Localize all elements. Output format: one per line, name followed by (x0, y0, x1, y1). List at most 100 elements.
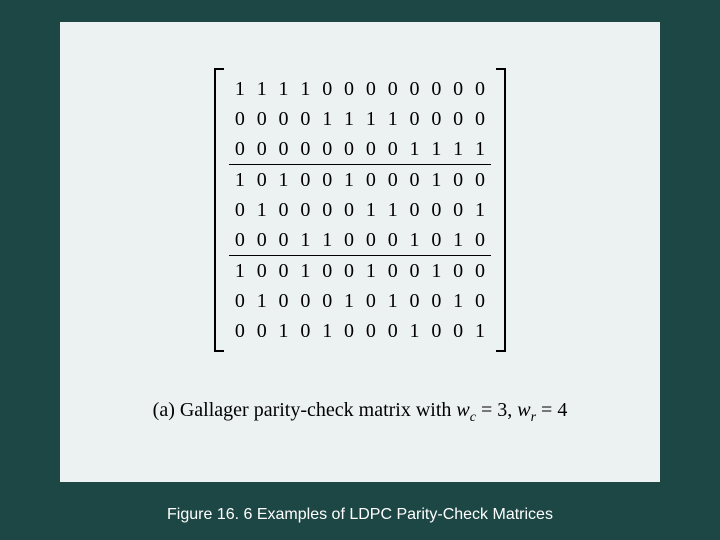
matrix-cell: 0 (425, 225, 447, 256)
matrix-cell: 0 (229, 134, 251, 165)
matrix-cell: 0 (404, 286, 426, 316)
matrix-cell: 0 (404, 104, 426, 134)
matrix-cell: 0 (338, 195, 360, 225)
eq2: = (536, 399, 557, 421)
matrix-cell: 0 (294, 165, 316, 195)
matrix-cell: 0 (404, 256, 426, 286)
matrix-cell: 1 (382, 195, 404, 225)
matrix-cell: 1 (316, 316, 338, 346)
matrix-cell: 0 (469, 74, 491, 104)
matrix-cell: 0 (338, 134, 360, 165)
matrix-cell: 0 (273, 225, 295, 256)
matrix-cell: 0 (316, 256, 338, 286)
matrix-body: 1111000000000000111100000000000011111010… (219, 68, 501, 352)
content-panel: 1111000000000000111100000000000011111010… (60, 22, 660, 482)
matrix-cell: 1 (382, 104, 404, 134)
matrix-cell: 0 (338, 256, 360, 286)
wc-symbol: w (456, 399, 469, 421)
matrix-cell: 1 (273, 165, 295, 195)
matrix-cell: 1 (469, 316, 491, 346)
wc-value: 3 (497, 399, 507, 421)
matrix-cell: 0 (425, 104, 447, 134)
matrix-cell: 0 (251, 316, 273, 346)
matrix-cell: 0 (273, 134, 295, 165)
matrix-cell: 0 (294, 316, 316, 346)
matrix-row: 010000110001 (229, 195, 491, 225)
matrix-cell: 0 (447, 74, 469, 104)
sub-caption-prefix: (a) Gallager parity-check matrix with (153, 399, 457, 421)
matrix-cell: 0 (338, 74, 360, 104)
matrix-cell: 1 (338, 286, 360, 316)
matrix-row: 001010001001 (229, 316, 491, 346)
sub-caption: (a) Gallager parity-check matrix with wc… (60, 399, 660, 426)
matrix-cell: 0 (229, 195, 251, 225)
matrix-cell: 1 (360, 104, 382, 134)
matrix-cell: 1 (425, 134, 447, 165)
wr-symbol: w (517, 399, 530, 421)
matrix-cell: 0 (251, 225, 273, 256)
matrix-cell: 1 (382, 286, 404, 316)
matrix-cell: 0 (316, 195, 338, 225)
matrix-cell: 1 (251, 286, 273, 316)
matrix-cell: 0 (360, 74, 382, 104)
matrix-cell: 0 (404, 195, 426, 225)
matrix-cell: 1 (447, 286, 469, 316)
matrix-row: 000110001010 (229, 225, 491, 256)
left-bracket-icon (210, 68, 219, 352)
matrix-row: 111100000000 (229, 74, 491, 104)
matrix-cell: 0 (360, 316, 382, 346)
matrix-cell: 1 (447, 134, 469, 165)
matrix-cell: 0 (469, 165, 491, 195)
matrix-cell: 0 (229, 316, 251, 346)
matrix-cell: 1 (251, 74, 273, 104)
matrix-cell: 1 (360, 195, 382, 225)
matrix-cell: 0 (447, 104, 469, 134)
matrix-cell: 0 (294, 286, 316, 316)
matrix-cell: 1 (273, 74, 295, 104)
matrix-cell: 0 (469, 286, 491, 316)
matrix-cell: 1 (360, 256, 382, 286)
matrix-cell: 0 (294, 134, 316, 165)
matrix-cell: 1 (229, 165, 251, 195)
matrix-cell: 0 (229, 104, 251, 134)
matrix-cell: 0 (469, 104, 491, 134)
matrix-cell: 0 (360, 165, 382, 195)
matrix-cell: 0 (404, 165, 426, 195)
matrix-cell: 0 (469, 256, 491, 286)
matrix-cell: 1 (338, 165, 360, 195)
matrix-cell: 0 (404, 74, 426, 104)
matrix-cell: 0 (447, 256, 469, 286)
matrix-cell: 1 (229, 256, 251, 286)
matrix-cell: 0 (316, 74, 338, 104)
matrix-row: 010001010010 (229, 286, 491, 316)
matrix-cell: 0 (382, 74, 404, 104)
eq1: = (476, 399, 497, 421)
right-bracket-icon (501, 68, 510, 352)
matrix-cell: 0 (273, 195, 295, 225)
matrix-cell: 1 (469, 195, 491, 225)
matrix-cell: 1 (404, 316, 426, 346)
matrix-cell: 0 (447, 316, 469, 346)
matrix-cell: 1 (404, 134, 426, 165)
matrix-cell: 1 (273, 316, 295, 346)
matrix-cell: 0 (382, 165, 404, 195)
matrix-cell: 0 (251, 134, 273, 165)
matrix-cell: 1 (404, 225, 426, 256)
matrix-cell: 0 (360, 134, 382, 165)
matrix-cell: 0 (273, 286, 295, 316)
matrix-cell: 0 (251, 256, 273, 286)
matrix-cell: 0 (273, 256, 295, 286)
matrix-cell: 0 (316, 134, 338, 165)
matrix-cell: 0 (229, 286, 251, 316)
matrix-cell: 0 (251, 165, 273, 195)
matrix-display: 1111000000000000111100000000000011111010… (210, 68, 510, 352)
matrix-cell: 0 (294, 195, 316, 225)
matrix-cell: 0 (425, 316, 447, 346)
wr-value: 4 (557, 399, 567, 421)
matrix-cell: 1 (251, 195, 273, 225)
matrix-cell: 1 (316, 104, 338, 134)
matrix-cell: 1 (294, 225, 316, 256)
matrix-row: 000011110000 (229, 104, 491, 134)
matrix-cell: 1 (229, 74, 251, 104)
matrix-cell: 0 (382, 134, 404, 165)
